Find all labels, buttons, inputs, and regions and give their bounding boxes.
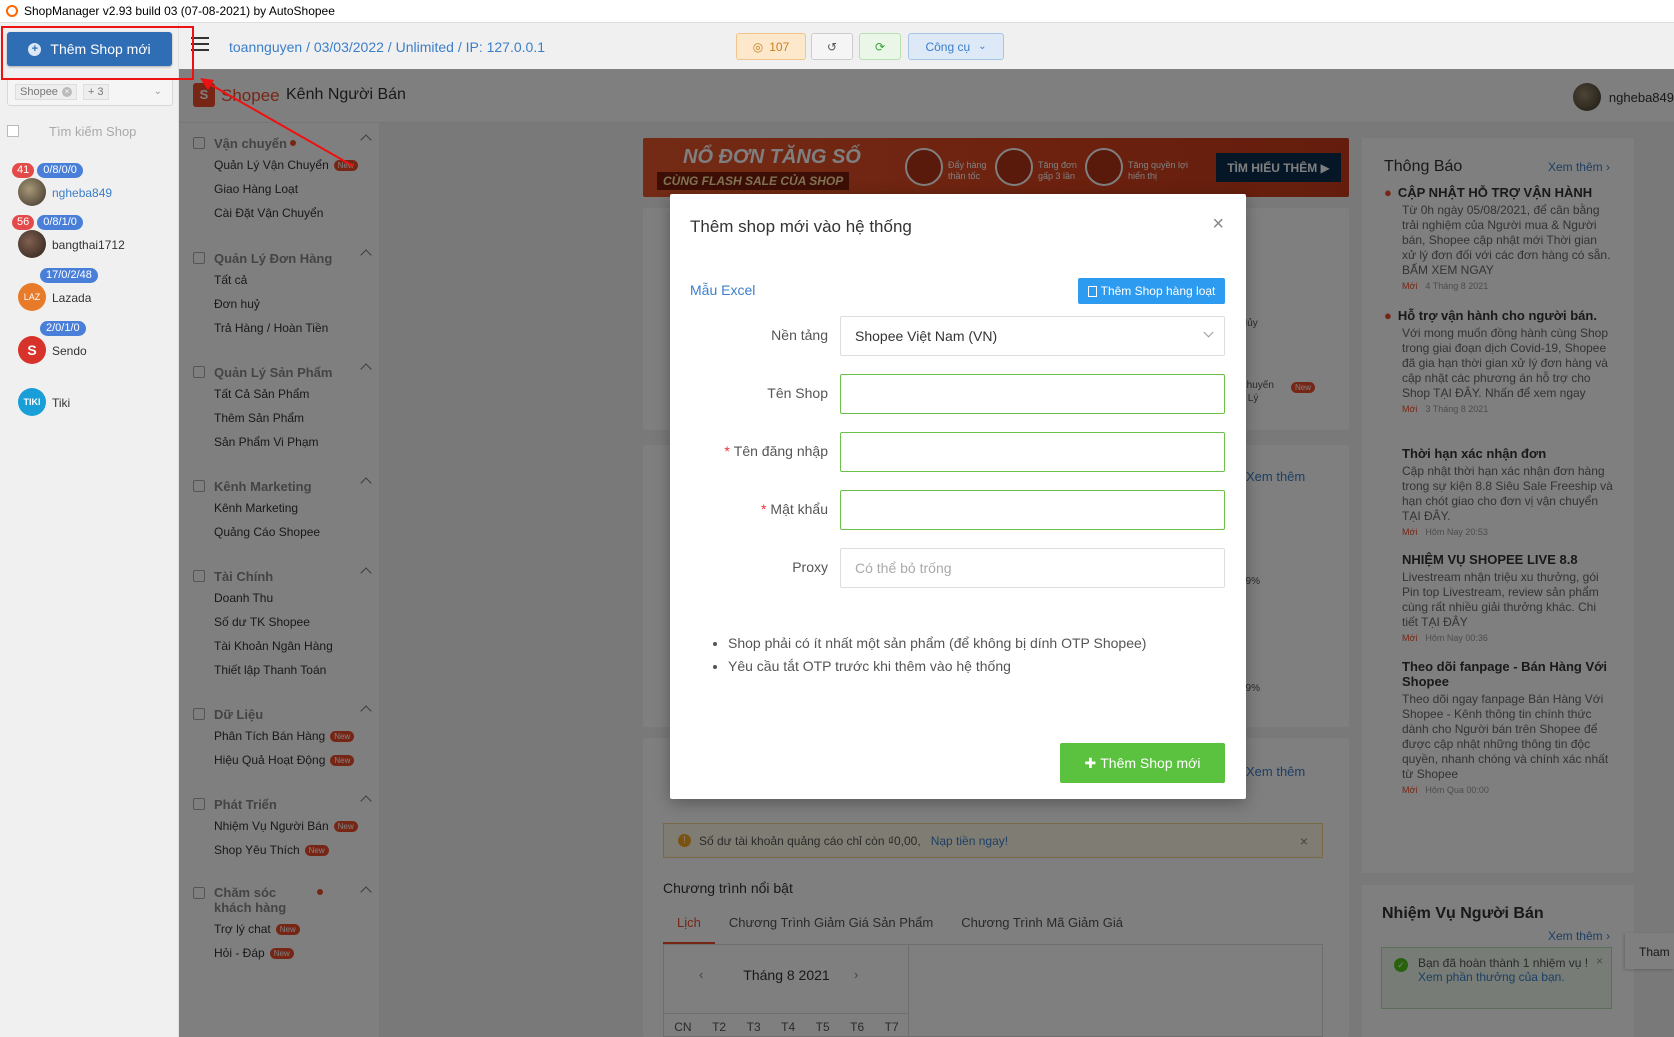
add-shop-button[interactable]: + Thêm Shop mới [7,32,172,66]
platform-filter[interactable]: Shopee × + 3 ⌄ [7,78,173,106]
coin-icon: ◎ [752,39,764,54]
list-item: Yêu cầu tắt OTP trước khi thêm vào hệ th… [728,655,1146,678]
shop-name: bangthai1712 [52,238,125,252]
top-toolbar: toannguyen / 03/03/2022 / Unlimited / IP… [179,23,1674,69]
modal-title: Thêm shop mới vào hệ thống [690,217,912,236]
submit-add-shop-button[interactable]: ✚ Thêm Shop mới [1060,743,1225,783]
proxy-input[interactable] [840,548,1225,588]
app-logo-icon [6,5,18,17]
shop-name: Tiki [52,396,71,410]
shop-name-row: Tên Shop [670,374,1246,414]
shop-name: ngheba849 [52,186,113,200]
tiki-logo-icon: TIKI [18,388,46,416]
shop-search[interactable]: Tìm kiếm Shop [7,119,173,143]
plus-icon: ✚ [1084,754,1097,771]
avatar [18,230,46,258]
undo-icon: ↺ [826,39,838,54]
shop-name: Lazada [52,291,92,305]
plus-icon: + [28,42,42,56]
platform-label: Nền tảng [771,327,828,343]
refresh-icon: ⟳ [874,39,886,54]
undo-button[interactable]: ↺ [811,33,853,60]
chevron-down-icon: ⌄ [153,86,162,97]
shop-item[interactable]: 41 0/8/0/0 ngheba849 [10,163,175,207]
menu-icon[interactable] [191,37,209,51]
avatar [18,178,46,206]
list-item: Shop phải có ít nhất một sản phẩm (để kh… [728,632,1146,655]
requirements-list: Shop phải có ít nhất một sản phẩm (để kh… [728,632,1146,678]
shop-name-label: Tên Shop [767,385,828,401]
sendo-logo-icon: S [18,336,46,364]
excel-template-link[interactable]: Mẫu Excel [690,282,755,298]
refresh-button[interactable]: ⟳ [859,33,901,60]
shop-item[interactable]: 17/0/2/48 LAZ Lazada [10,268,175,312]
user-info[interactable]: toannguyen / 03/03/2022 / Unlimited / IP… [229,39,545,55]
window-title: ShopManager v2.93 build 03 (07-08-2021) … [24,4,335,18]
select-all-checkbox[interactable] [7,125,19,137]
shop-badge-red: 56 [12,215,35,230]
shop-item[interactable]: TIKI Tiki [10,373,175,417]
close-icon[interactable]: × [1212,214,1224,234]
password-label: * Mật khẩu [760,501,828,517]
tools-dropdown[interactable]: Công cụ ⌄ [908,33,1004,60]
excel-file-icon [1087,285,1097,297]
shop-item[interactable]: 56 0/8/1/0 bangthai1712 [10,215,175,259]
remove-tag-icon[interactable]: × [61,87,72,97]
bulk-add-button[interactable]: Thêm Shop hàng loạt [1078,278,1225,304]
add-shop-modal: Thêm shop mới vào hệ thống × Mẫu Excel T… [670,194,1246,799]
shop-item[interactable]: 2/0/1/0 S Sendo [10,321,175,365]
shop-counts: 0/8/1/0 [37,215,83,230]
shop-name: Sendo [52,344,87,358]
username-label: * Tên đăng nhập [724,443,828,459]
chevron-down-icon [1203,327,1214,338]
platform-more-tag: + 3 [82,84,109,100]
platform-tag[interactable]: Shopee × [15,84,77,100]
platform-select[interactable]: Shopee Việt Nam (VN) [840,316,1225,356]
proxy-row: Proxy [670,548,1246,588]
platform-row: Nền tảng Shopee Việt Nam (VN) [670,316,1246,356]
shop-counts: 17/0/2/48 [40,268,98,283]
shop-counts: 2/0/1/0 [40,321,86,336]
coins-button[interactable]: ◎ 107 [736,33,806,60]
password-row: * Mật khẩu [670,490,1246,530]
lazada-logo-icon: LAZ [18,283,46,311]
proxy-label: Proxy [792,559,828,575]
password-input[interactable] [840,490,1225,530]
window-titlebar: ShopManager v2.93 build 03 (07-08-2021) … [0,0,1674,23]
shop-name-input[interactable] [840,374,1225,414]
shop-badge-red: 41 [12,163,35,178]
search-input[interactable]: Tìm kiếm Shop [49,124,136,139]
chevron-down-icon: ⌄ [978,41,987,52]
shop-counts: 0/8/0/0 [37,163,83,178]
username-row: * Tên đăng nhập [670,432,1246,472]
username-input[interactable] [840,432,1225,472]
shop-list-panel: + Thêm Shop mới Shopee × + 3 ⌄ Tìm kiếm S… [0,23,179,1037]
